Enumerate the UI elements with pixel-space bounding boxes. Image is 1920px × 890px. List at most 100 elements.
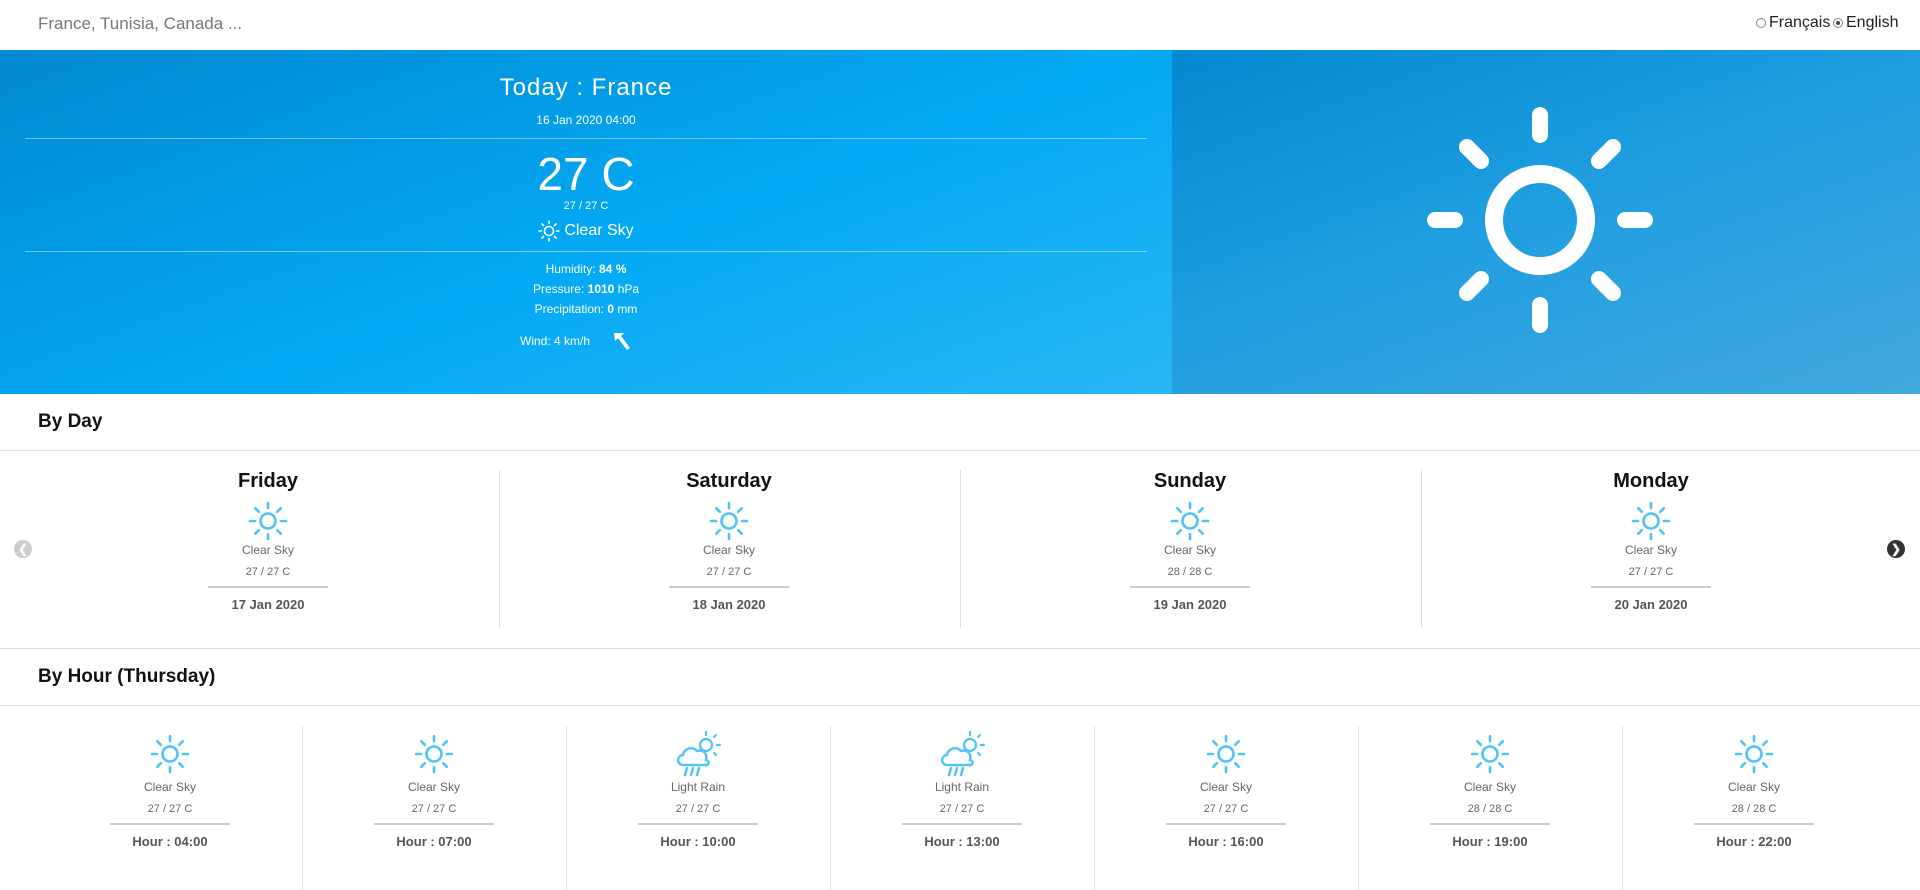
card-separator xyxy=(830,726,831,890)
hour-forecast-card: Clear Sky 28 / 28 C Hour : 19:00 xyxy=(1410,730,1570,849)
rain-cloud-sun-icon xyxy=(676,730,722,777)
today-title: Today : France xyxy=(499,74,673,101)
day-date: 17 Jan 2020 xyxy=(231,597,305,612)
day-date: 19 Jan 2020 xyxy=(1153,597,1227,612)
day-minmax: 27 / 27 C xyxy=(245,566,291,578)
divider xyxy=(25,138,1147,139)
section-divider xyxy=(0,648,1920,649)
wind-direction-arrow-icon xyxy=(614,333,630,350)
card-divider xyxy=(638,823,758,825)
large-sun-icon xyxy=(1427,107,1653,333)
section-divider xyxy=(0,450,1920,451)
day-condition: Clear Sky xyxy=(702,543,755,557)
day-date: 20 Jan 2020 xyxy=(1614,597,1688,612)
hour-time: Hour : 22:00 xyxy=(1716,834,1792,849)
hour-minmax: 28 / 28 C xyxy=(1731,803,1777,815)
hour-time: Hour : 19:00 xyxy=(1452,834,1528,849)
hour-condition: Light Rain xyxy=(670,780,726,794)
card-separator xyxy=(499,470,500,628)
pressure-unit: hPa xyxy=(617,282,640,296)
language-option-french[interactable]: Français xyxy=(1756,14,1830,32)
french-label: Français xyxy=(1769,14,1831,31)
day-condition: Clear Sky xyxy=(1163,543,1216,557)
hour-time: Hour : 13:00 xyxy=(924,834,1000,849)
french-radio[interactable] xyxy=(1756,18,1766,28)
by-day-title: By Day xyxy=(38,411,103,432)
card-separator xyxy=(960,470,961,628)
card-separator xyxy=(1358,726,1359,890)
previous-day-button[interactable]: ❮ xyxy=(14,540,32,558)
hour-minmax: 27 / 27 C xyxy=(1203,803,1249,815)
rain-cloud-sun-icon xyxy=(940,730,986,777)
today-condition-illustration xyxy=(1172,50,1920,394)
sun-icon xyxy=(1734,734,1774,774)
card-divider xyxy=(1130,586,1250,588)
precipitation-label: Precipitation: xyxy=(534,302,604,316)
english-radio[interactable] xyxy=(1833,18,1843,28)
by-hour-title: By Hour (Thursday) xyxy=(38,666,216,687)
precipitation-stat: Precipitation: 0 mm xyxy=(0,302,1172,316)
hour-minmax: 27 / 27 C xyxy=(411,803,457,815)
card-divider xyxy=(902,823,1022,825)
day-condition: Clear Sky xyxy=(1624,543,1677,557)
card-divider xyxy=(208,586,328,588)
hour-forecast-card: Clear Sky 27 / 27 C Hour : 07:00 xyxy=(354,730,514,849)
hour-condition: Clear Sky xyxy=(143,780,196,794)
today-condition: Clear Sky xyxy=(0,220,1172,242)
day-name: Saturday xyxy=(686,470,772,492)
hour-forecast-card: Clear Sky 27 / 27 C Hour : 04:00 xyxy=(90,730,250,849)
top-bar: Français English xyxy=(0,0,1920,50)
hour-minmax: 28 / 28 C xyxy=(1467,803,1513,815)
day-forecast-card: Saturday Clear Sky 27 / 27 C 18 Jan 2020 xyxy=(629,470,829,612)
sun-icon xyxy=(1470,734,1510,774)
wind-stat: Wind: 4 km/h xyxy=(520,334,591,348)
today-datetime: 16 Jan 2020 04:00 xyxy=(536,113,636,127)
pressure-stat: Pressure: 1010 hPa xyxy=(0,282,1172,296)
location-search-input[interactable] xyxy=(20,8,656,40)
day-forecast-card: Monday Clear Sky 27 / 27 C 20 Jan 2020 xyxy=(1551,470,1751,612)
today-minmax: 27 / 27 C xyxy=(563,200,609,212)
hour-minmax: 27 / 27 C xyxy=(675,803,721,815)
hour-forecast-card: Light Rain 27 / 27 C Hour : 10:00 xyxy=(618,730,778,849)
card-divider xyxy=(1591,586,1711,588)
sun-icon xyxy=(709,501,749,541)
day-minmax: 27 / 27 C xyxy=(706,566,752,578)
card-separator xyxy=(1421,470,1422,628)
hour-time: Hour : 16:00 xyxy=(1188,834,1264,849)
day-minmax: 28 / 28 C xyxy=(1167,566,1213,578)
sun-icon xyxy=(1631,501,1671,541)
current-temperature: 27 C xyxy=(537,148,635,200)
today-condition-label: Clear Sky xyxy=(564,222,634,239)
hour-condition: Clear Sky xyxy=(1199,780,1252,794)
card-divider xyxy=(110,823,230,825)
hour-forecast-card: Clear Sky 27 / 27 C Hour : 16:00 xyxy=(1146,730,1306,849)
day-minmax: 27 / 27 C xyxy=(1628,566,1674,578)
humidity-stat: Humidity: 84 % xyxy=(0,262,1172,276)
next-day-button[interactable]: ❯ xyxy=(1887,540,1905,558)
hour-time: Hour : 07:00 xyxy=(396,834,472,849)
precipitation-value: 0 xyxy=(607,302,615,316)
day-name: Sunday xyxy=(1153,470,1227,492)
card-divider xyxy=(1166,823,1286,825)
sun-icon xyxy=(1170,501,1210,541)
humidity-value: 84 xyxy=(598,262,613,276)
card-separator xyxy=(1622,726,1623,890)
today-details: Today : France 16 Jan 2020 04:00 27 C 27… xyxy=(0,50,1172,394)
sun-icon xyxy=(1206,734,1246,774)
hour-time: Hour : 04:00 xyxy=(132,834,208,849)
hour-forecast-card: Light Rain 27 / 27 C Hour : 13:00 xyxy=(882,730,1042,849)
card-divider xyxy=(1430,823,1550,825)
language-option-english[interactable]: English xyxy=(1833,14,1898,32)
hour-minmax: 27 / 27 C xyxy=(147,803,193,815)
card-divider xyxy=(669,586,789,588)
sun-icon xyxy=(538,220,561,242)
day-name: Friday xyxy=(237,470,299,492)
sun-icon xyxy=(414,734,454,774)
hour-minmax: 27 / 27 C xyxy=(939,803,985,815)
card-divider xyxy=(1694,823,1814,825)
day-name: Monday xyxy=(1613,470,1689,492)
pressure-value: 1010 xyxy=(587,282,615,296)
humidity-label: Humidity: xyxy=(545,262,596,276)
hour-condition: Clear Sky xyxy=(1727,780,1780,794)
hour-condition: Light Rain xyxy=(934,780,990,794)
